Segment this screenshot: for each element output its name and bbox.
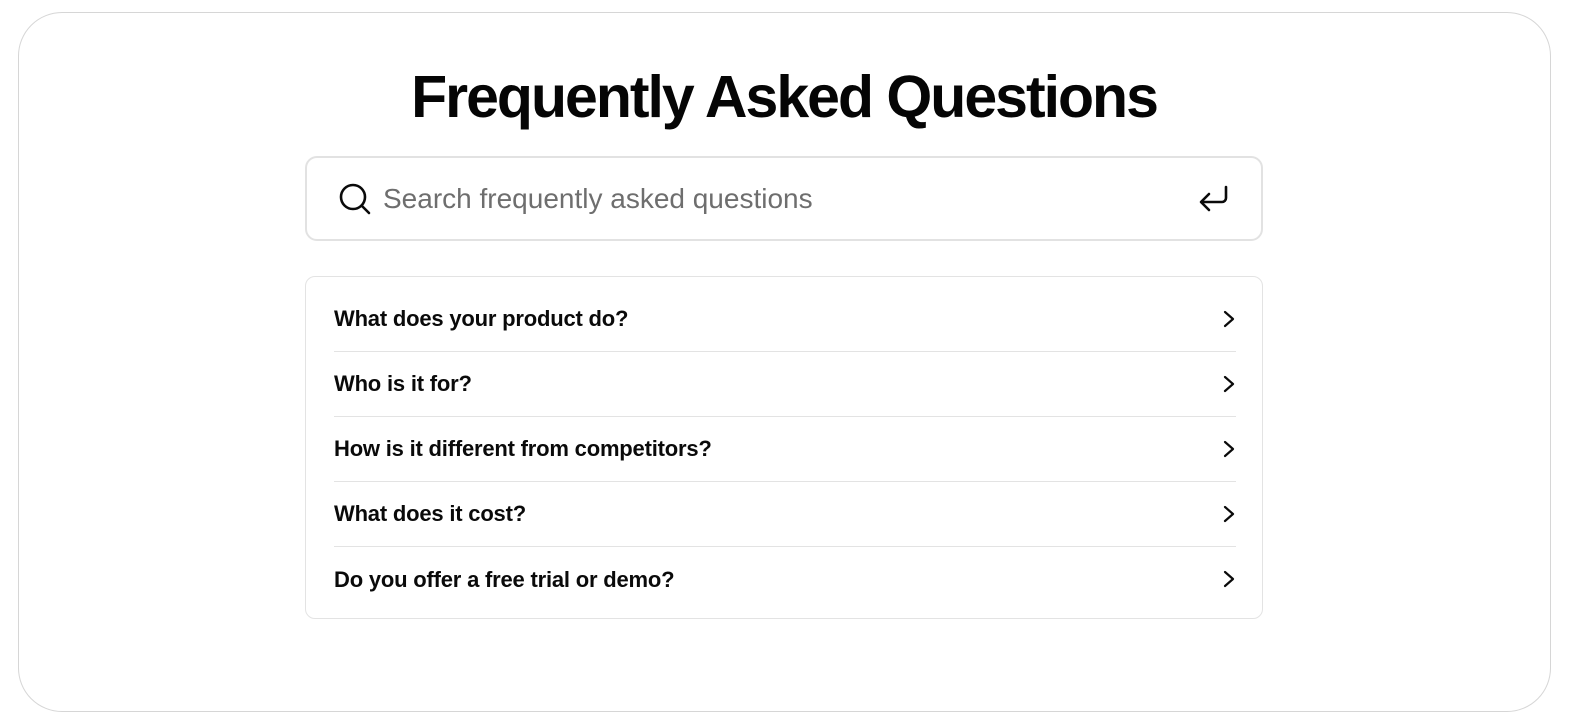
faq-question: Do you offer a free trial or demo? <box>334 566 675 592</box>
faq-question: Who is it for? <box>334 371 472 396</box>
page-title: Frequently Asked Questions <box>411 64 1159 130</box>
chevron-right-icon <box>1223 310 1235 328</box>
faq-item[interactable]: How is it different from competitors? <box>334 417 1236 482</box>
faq-list: What does your product do? Who is it for… <box>334 287 1236 612</box>
faq-item[interactable]: Who is it for? <box>334 352 1236 417</box>
faq-question: What does it cost? <box>334 501 526 526</box>
chevron-right-icon <box>1223 505 1235 523</box>
faq-question: What does your product do? <box>334 306 629 331</box>
faq-card: What does your product do? Who is it for… <box>305 276 1263 619</box>
search-input[interactable] <box>383 176 1183 222</box>
enter-icon[interactable] <box>1198 184 1230 214</box>
chevron-right-icon <box>1223 375 1235 393</box>
chevron-right-icon <box>1223 440 1235 458</box>
faq-item[interactable]: Do you offer a free trial or demo? <box>334 547 1236 612</box>
faq-question: How is it different from competitors? <box>334 436 712 461</box>
chevron-right-icon <box>1223 570 1235 588</box>
search-box[interactable] <box>305 156 1263 241</box>
faq-item[interactable]: What does your product do? <box>334 287 1236 352</box>
search-icon <box>339 183 371 215</box>
faq-item[interactable]: What does it cost? <box>334 482 1236 547</box>
